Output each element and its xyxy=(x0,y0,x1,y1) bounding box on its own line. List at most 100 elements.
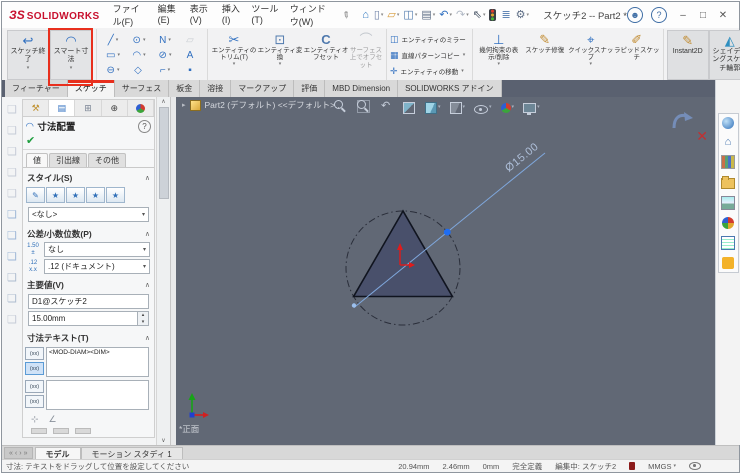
tab-scroll-arrow[interactable]: ‹ xyxy=(15,450,17,457)
flyout-arrow-icon[interactable]: ▸ xyxy=(182,101,186,109)
tree-item-icon[interactable]: ❏ xyxy=(7,208,17,221)
tree-item-icon[interactable]: ❑ xyxy=(7,271,17,284)
help-icon[interactable]: ? xyxy=(651,7,667,23)
new-document-icon[interactable]: ▯ ▾ xyxy=(372,6,386,24)
tab-scroll-arrow[interactable]: › xyxy=(19,450,21,457)
display-delete-relations-button[interactable]: ⊥ 幾何拘束の表示/削除 ▾ xyxy=(476,30,522,80)
plane-tool-icon[interactable]: ▱ xyxy=(178,33,204,48)
tab-scroll-arrow[interactable]: » xyxy=(24,450,28,457)
display-style-icon[interactable]: ▾ xyxy=(449,101,465,114)
selected-dimension-point[interactable] xyxy=(443,228,451,236)
scroll-up-icon[interactable]: ∧ xyxy=(157,98,170,105)
tree-item-icon[interactable]: ❑ xyxy=(7,187,17,200)
tab-features[interactable]: フィーチャー xyxy=(5,80,68,97)
home-icon[interactable]: ⌂ xyxy=(360,6,372,24)
dimtext-override-button[interactable]: (xx) xyxy=(25,362,44,375)
subtab-leaders[interactable]: 引出線 xyxy=(49,153,87,167)
option-bar[interactable] xyxy=(75,428,91,434)
surface-offset-button[interactable]: ⌒ サーフェス上でオフセット xyxy=(349,30,383,80)
menu-item[interactable]: 編集(E) xyxy=(153,2,185,28)
dimension-text-area[interactable]: <MOD-DIAM><DIM> xyxy=(46,347,149,377)
zoom-fit-icon[interactable] xyxy=(334,100,348,113)
minimize-button[interactable]: – xyxy=(675,10,691,21)
point-tool-icon[interactable]: ▪ xyxy=(178,63,204,78)
scrollbar-thumb[interactable] xyxy=(159,107,169,199)
load-style-button[interactable]: ★ xyxy=(106,187,125,203)
cancel-sketch-icon[interactable]: ✕ xyxy=(696,128,708,145)
login-icon[interactable]: ☻ xyxy=(627,7,643,23)
angle-option-icon[interactable]: ∠ xyxy=(49,414,57,425)
menu-item[interactable]: 挿入(I) xyxy=(217,2,247,28)
option-bar[interactable] xyxy=(31,428,47,434)
dimension-endpoint[interactable] xyxy=(351,303,357,308)
tree-item-icon[interactable]: ❏ xyxy=(7,250,17,263)
tab-evaluate[interactable]: 評価 xyxy=(294,80,326,97)
dimxpertmanager-tab[interactable]: ⊕ xyxy=(102,100,128,116)
redo-icon[interactable]: ↷ ▾ xyxy=(454,6,471,24)
file-explorer-icon[interactable] xyxy=(721,176,735,189)
custom-properties-icon[interactable] xyxy=(721,236,735,250)
shaded-sketch-contours-button[interactable]: ◭ シェイディングスケッチ輪郭 xyxy=(708,30,740,80)
options-gear-icon[interactable]: ⚙ ▾ xyxy=(514,6,531,24)
collapse-chevron-icon[interactable]: ∧ xyxy=(145,334,150,342)
spinner-down-icon[interactable]: ▾ xyxy=(138,318,148,325)
tree-item-icon[interactable]: ❏ xyxy=(7,292,17,305)
style-dropdown[interactable]: <なし> ▾ xyxy=(28,207,149,222)
rapid-sketch-button[interactable]: ✐ ラピッドスケッチ xyxy=(614,30,660,80)
collapse-chevron-icon[interactable]: ∧ xyxy=(145,281,150,289)
forum-icon[interactable] xyxy=(722,257,734,269)
undo-icon[interactable]: ↶ ▾ xyxy=(437,6,454,24)
tree-item-icon[interactable]: ❑ xyxy=(7,103,17,116)
quick-snaps-button[interactable]: ⌖ クイックスナップ ▾ xyxy=(568,30,614,80)
view-palette-icon[interactable] xyxy=(721,196,735,210)
tab-scroll-arrow[interactable]: « xyxy=(9,450,13,457)
panel-scrollbar[interactable]: ∧ ∨ xyxy=(156,97,170,445)
fillet-tool-icon[interactable]: ⌐ ▾ xyxy=(152,63,178,78)
circle-tool-icon[interactable]: ⊙ ▾ xyxy=(126,33,152,48)
unit-system-selector[interactable]: MMGS ▾ xyxy=(648,462,676,471)
hide-show-items-icon[interactable]: ▾ xyxy=(474,102,492,114)
precision-dropdown[interactable]: .12 (ドキュメント) ▾ xyxy=(44,259,150,274)
maximize-button[interactable]: □ xyxy=(695,10,711,21)
line-tool-icon[interactable]: ╱ ▾ xyxy=(100,33,126,48)
ellipse-tool-icon[interactable]: ⊘ ▾ xyxy=(152,48,178,63)
spline-tool-icon[interactable]: N ▾ xyxy=(152,33,178,48)
section-view-icon[interactable] xyxy=(403,101,416,114)
zoom-area-icon[interactable] xyxy=(357,100,371,113)
polygon-tool-icon[interactable]: ◇ xyxy=(126,63,152,78)
tree-item-icon[interactable]: ❑ xyxy=(7,124,17,137)
pin-menu-icon[interactable]: ✎ xyxy=(339,8,352,21)
edit-appearance-icon[interactable]: ▾ xyxy=(500,102,514,113)
offset-entities-button[interactable]: C エンティティオフセット xyxy=(303,30,349,80)
tab-surfaces[interactable]: サーフェス xyxy=(114,80,170,97)
convert-entities-button[interactable]: ⊡ エンティティ変換 ▾ xyxy=(257,30,303,80)
print-icon[interactable]: ▤ ▾ xyxy=(419,6,437,24)
delete-style-button[interactable]: ★ xyxy=(66,187,85,203)
tags-eye-icon[interactable] xyxy=(689,462,701,470)
slot-tool-icon[interactable]: ⊖ ▾ xyxy=(100,63,126,78)
tab-weldments[interactable]: 溶接 xyxy=(200,80,232,97)
menu-item[interactable]: ツール(T) xyxy=(246,2,284,28)
tab-sketch[interactable]: スケッチ xyxy=(67,80,115,97)
mirror-entities-button[interactable]: ◫ エンティティのミラー xyxy=(390,32,469,46)
dimension-value-label[interactable]: Ø15.00 xyxy=(503,141,541,175)
tab-mbd-dimension[interactable]: MBD Dimension xyxy=(325,80,399,97)
add-style-button[interactable]: ★ xyxy=(46,187,65,203)
sketch-canvas[interactable]: Ø15.00 xyxy=(176,97,716,445)
collapse-chevron-icon[interactable]: ∧ xyxy=(145,230,150,238)
save-icon[interactable]: ◫ ▾ xyxy=(401,6,419,24)
dimtext-position-button[interactable]: (xx) xyxy=(25,347,44,360)
view-settings-icon[interactable]: ▾ xyxy=(523,102,540,115)
rectangle-tool-icon[interactable]: ▭ ▾ xyxy=(100,48,126,63)
option-bar[interactable] xyxy=(53,428,69,434)
configurationmanager-tab[interactable]: ⊞ xyxy=(75,100,102,116)
move-entities-button[interactable]: ✛ エンティティの移動 ▾ xyxy=(390,64,469,78)
select-cursor-icon[interactable]: ⇖ ▾ xyxy=(471,6,488,24)
dimtext-above-button[interactable]: (xx) xyxy=(25,380,44,393)
featuremanager-tab[interactable]: ⚒ xyxy=(23,100,50,116)
tree-item-icon[interactable]: ❑ xyxy=(7,229,17,242)
linear-pattern-button[interactable]: ▦ 直線パターンコピー ▾ xyxy=(390,48,469,62)
panel-help-icon[interactable]: ? xyxy=(138,119,151,133)
tolerance-dropdown[interactable]: なし ▾ xyxy=(44,242,150,257)
design-library-icon[interactable] xyxy=(721,155,735,169)
